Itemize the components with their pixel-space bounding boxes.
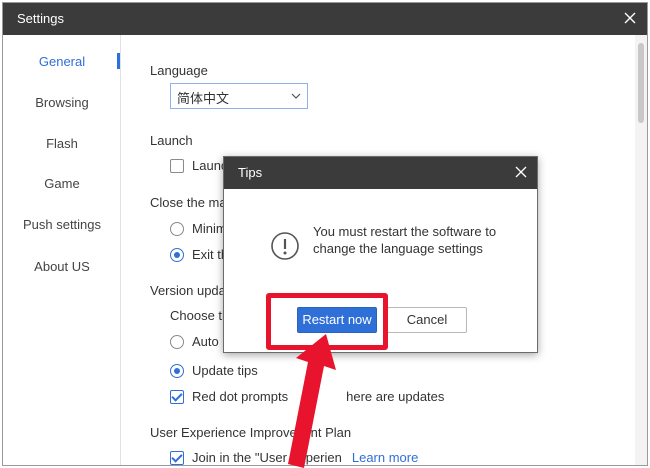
close-icon[interactable] (621, 9, 639, 27)
language-select[interactable]: 简体中文 (170, 83, 308, 109)
sidebar-item-browsing[interactable]: Browsing (3, 95, 121, 110)
chevron-down-icon (291, 93, 301, 99)
dialog-titlebar: Tips (224, 157, 537, 189)
launch-option[interactable]: Launc (170, 158, 227, 173)
annotation-arrow-icon (288, 334, 336, 468)
version-section-title: Version upda (150, 283, 226, 298)
dialog-message: You must restart the software to change … (313, 224, 497, 256)
minimize-radio[interactable] (170, 221, 184, 236)
cancel-button[interactable]: Cancel (387, 307, 467, 333)
ux-plan-checkbox[interactable] (170, 450, 184, 465)
language-select-value: 简体中文 (177, 91, 230, 106)
dialog-title: Tips (238, 165, 263, 180)
close-option-minimize[interactable]: Minim (170, 221, 227, 236)
version-section-subtitle: Choose th (170, 308, 230, 323)
exclamation-icon (271, 232, 299, 260)
sidebar-item-game[interactable]: Game (3, 176, 121, 191)
learn-more-link[interactable]: Learn more (352, 450, 418, 465)
sidebar-item-about-us[interactable]: About US (3, 259, 121, 274)
language-section-title: Language (150, 63, 208, 78)
sidebar-item-general[interactable]: General (3, 54, 121, 69)
close-section-title: Close the ma (150, 195, 227, 210)
red-dot-checkbox[interactable] (170, 389, 184, 404)
sidebar-item-push-settings[interactable]: Push settings (3, 217, 121, 232)
update-tips-radio[interactable] (170, 363, 184, 378)
version-option-auto[interactable]: Auto u (170, 334, 230, 349)
window-title: Settings (17, 11, 64, 26)
minimize-radio-label: Minim (192, 221, 227, 236)
auto-update-radio[interactable] (170, 334, 184, 349)
update-tips-label: Update tips (192, 363, 258, 378)
exit-radio[interactable] (170, 247, 184, 262)
launch-checkbox[interactable] (170, 158, 184, 173)
version-option-update-tips[interactable]: Update tips (170, 363, 258, 378)
sidebar-item-flash[interactable]: Flash (3, 136, 121, 151)
close-option-exit[interactable]: Exit th (170, 247, 228, 262)
dialog-close-icon[interactable] (513, 164, 529, 180)
red-dot-label-tail: here are updates (346, 389, 445, 404)
launch-section-title: Launch (150, 133, 193, 148)
window-titlebar: Settings (3, 3, 647, 35)
content-scrollbar[interactable] (635, 35, 647, 465)
scrollbar-thumb[interactable] (638, 43, 644, 123)
settings-sidebar: General Browsing Flash Game Push setting… (3, 35, 121, 465)
